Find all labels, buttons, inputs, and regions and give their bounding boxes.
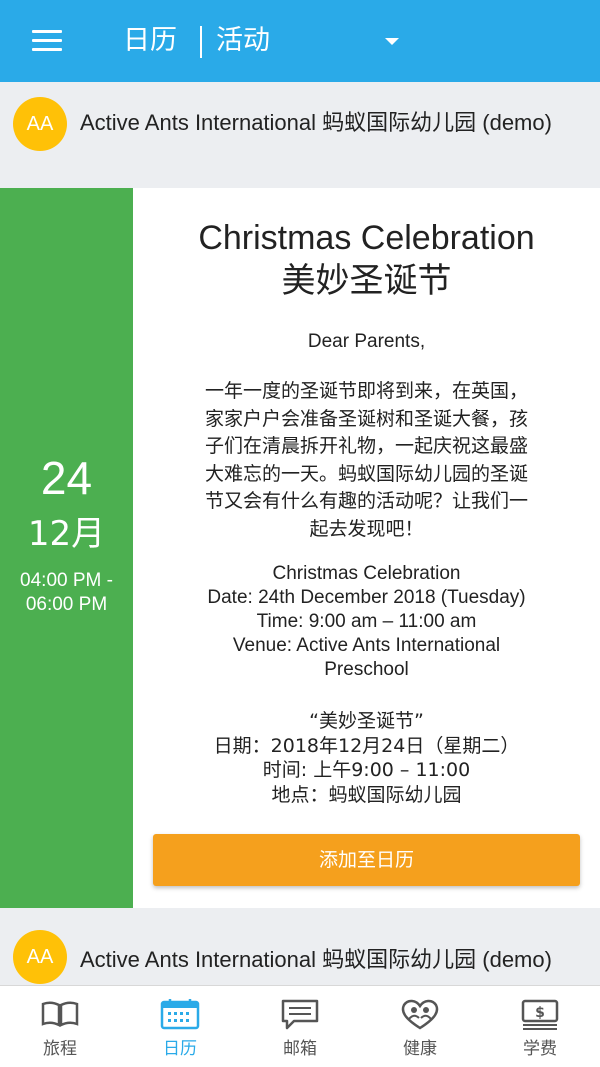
tab-activities[interactable]: 活动 bbox=[216, 24, 270, 58]
message-icon bbox=[281, 999, 319, 1030]
nav-item-journey[interactable]: 旅程 bbox=[0, 986, 120, 1067]
nav-label: 健康 bbox=[403, 1039, 437, 1059]
event-intro: 一年一度的圣诞节即将到来，在英国， 家家户户会准备圣诞树和圣诞大餐，孩 子们在清… bbox=[165, 378, 568, 543]
detail-line: Time: 9:00 am – 11:00 am bbox=[256, 611, 477, 632]
school-name: Active Ants International 蚂蚁国际幼儿园 (demo) bbox=[80, 947, 552, 972]
event-details-cn: “美妙圣诞节” 日期：2018年12月24日（星期二） 时间: 上午9:00 –… bbox=[153, 709, 580, 807]
event-day: 24 bbox=[40, 452, 93, 504]
detail-line: 日期：2018年12月24日（星期二） bbox=[213, 734, 520, 757]
intro-line: 一年一度的圣诞节即将到来，在英国， bbox=[204, 380, 528, 402]
detail-line: “美妙圣诞节” bbox=[309, 710, 424, 732]
nav-item-tuition[interactable]: $ 学费 bbox=[480, 986, 600, 1067]
nav-item-calendar[interactable]: 日历 bbox=[120, 986, 240, 1067]
intro-line: 起去发现吧！ bbox=[309, 517, 424, 540]
intro-line: 大难忘的一天。蚂蚁国际幼儿园的圣诞 bbox=[204, 462, 528, 485]
detail-line: Date: 24th December 2018 (Tuesday) bbox=[207, 587, 526, 608]
event-greeting: Dear Parents, bbox=[307, 331, 426, 352]
app-toolbar: 日历 活动 bbox=[0, 0, 600, 82]
heart-people-icon bbox=[401, 999, 439, 1030]
tab-divider bbox=[200, 26, 202, 58]
nav-label: 邮箱 bbox=[283, 1039, 317, 1059]
nav-item-mailbox[interactable]: 邮箱 bbox=[240, 986, 360, 1067]
nav-label: 日历 bbox=[163, 1039, 197, 1059]
intro-line: 家家户户会准备圣诞树和圣诞大餐，孩 bbox=[204, 407, 528, 430]
detail-line: Christmas Celebration bbox=[272, 563, 461, 584]
nav-label: 旅程 bbox=[43, 1039, 77, 1059]
book-icon bbox=[41, 1001, 79, 1028]
intro-line: 子们在清晨拆开礼物，一起庆祝这最盛 bbox=[204, 435, 528, 457]
avatar: AA bbox=[13, 930, 67, 984]
tab-calendar[interactable]: 日历 bbox=[123, 24, 177, 58]
event-title-en: Christmas Celebration bbox=[198, 219, 535, 257]
money-icon: $ bbox=[521, 999, 559, 1030]
detail-line: Venue: Active Ants International bbox=[232, 635, 501, 656]
school-header: AA Active Ants International 蚂蚁国际幼儿园 (de… bbox=[0, 908, 600, 985]
event-date-column: 24 12月 04:00 PM - 06:00 PM bbox=[0, 188, 133, 908]
event-time-range: 04:00 PM - 06:00 PM bbox=[20, 570, 113, 615]
event-title-cn: 美妙圣诞节 bbox=[281, 261, 452, 301]
event-details-en: Christmas Celebration Date: 24th Decembe… bbox=[153, 562, 580, 682]
calendar-icon bbox=[160, 999, 200, 1030]
school-header: AA Active Ants International 蚂蚁国际幼儿园 (de… bbox=[0, 82, 600, 188]
event-month: 12月 bbox=[27, 514, 106, 554]
event-card[interactable]: 24 12月 04:00 PM - 06:00 PM Christmas Cel… bbox=[0, 188, 600, 908]
detail-line: Preschool bbox=[324, 659, 409, 680]
school-name: Active Ants International 蚂蚁国际幼儿园 (demo) bbox=[80, 110, 552, 135]
detail-line: 时间: 上午9:00 – 11:00 bbox=[262, 759, 471, 781]
svg-text:$: $ bbox=[535, 1005, 545, 1021]
nav-item-health[interactable]: 健康 bbox=[360, 986, 480, 1067]
intro-line: 节又会有什么有趣的活动呢？让我们一 bbox=[204, 490, 528, 512]
bottom-nav: 旅程 日历 邮箱 健康 $ 学费 bbox=[0, 985, 600, 1067]
add-to-calendar-button[interactable]: 添加至日历 bbox=[153, 834, 580, 886]
chevron-down-icon[interactable] bbox=[385, 38, 399, 45]
menu-icon[interactable] bbox=[32, 30, 62, 52]
nav-label: 学费 bbox=[523, 1039, 557, 1059]
avatar: AA bbox=[13, 97, 67, 151]
detail-line: 地点：蚂蚁国际幼儿园 bbox=[271, 783, 462, 806]
